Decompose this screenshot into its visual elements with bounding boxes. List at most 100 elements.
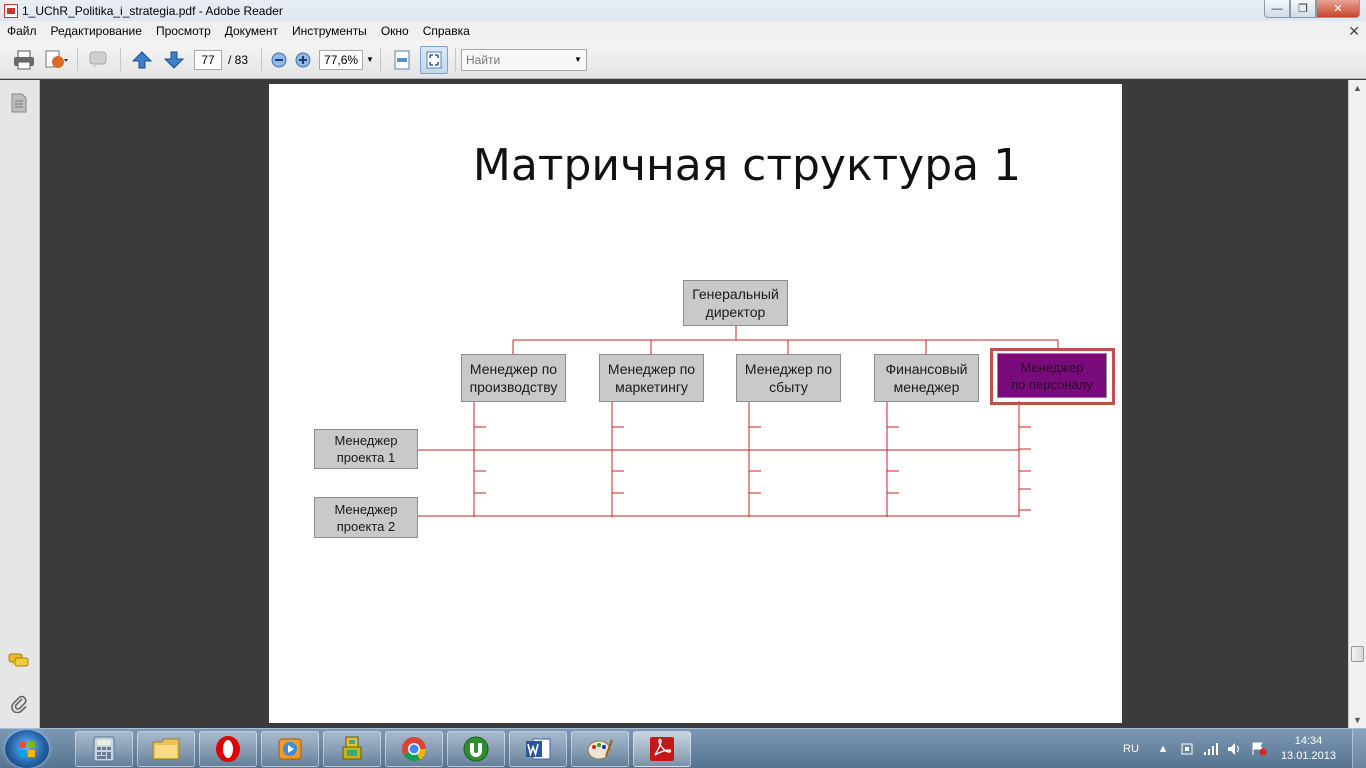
close-document-button[interactable]: ✕ [1348, 23, 1360, 40]
print-button[interactable] [10, 46, 38, 74]
toolbar-separator [120, 47, 121, 72]
signal-strength-icon[interactable] [1203, 741, 1219, 757]
previous-page-button[interactable] [128, 46, 156, 74]
pages-icon [11, 93, 27, 113]
manager-line-1: Менеджер по [469, 361, 558, 377]
taskbar: RU ▲ 14:34 13.01.2013 [0, 728, 1366, 768]
language-indicator[interactable]: RU [1123, 743, 1139, 755]
menu-view[interactable]: Просмотр [149, 24, 218, 38]
taskbar-word[interactable] [509, 731, 567, 767]
org-box-project-manager-2: Менеджер проекта 2 [314, 497, 418, 538]
taskbar-chrome[interactable] [385, 731, 443, 767]
navigation-panel [0, 80, 40, 728]
fit-page-button[interactable] [420, 45, 449, 74]
taskbar-opera[interactable] [199, 731, 257, 767]
title-bar: 1_UChR_Politika_i_strategia.pdf - Adobe … [0, 0, 1366, 21]
taskbar-calculator[interactable] [75, 731, 133, 767]
share-icon [45, 50, 68, 68]
menu-edit[interactable]: Редактирование [44, 24, 149, 38]
action-center-flag-icon[interactable] [1251, 741, 1267, 757]
toolbar-separator [380, 47, 382, 72]
adobe-reader-icon [650, 737, 674, 761]
org-box-sales-manager: Менеджер по сбыту [736, 354, 841, 402]
clock-date: 13.01.2013 [1280, 750, 1336, 762]
toolbar-separator [261, 47, 263, 72]
start-button[interactable] [5, 730, 49, 768]
taskbar-game[interactable] [323, 731, 381, 767]
zoom-out-button[interactable] [269, 46, 289, 74]
toolbar: 77 / 83 77,6% ▼ ▼ [0, 41, 1366, 79]
comments-panel-button[interactable] [8, 650, 30, 672]
show-hidden-icons-icon[interactable]: ▲ [1155, 741, 1171, 757]
zoom-level-input[interactable]: 77,6% [319, 49, 364, 70]
taskbar-paint[interactable] [571, 731, 629, 767]
toolbar-separator [455, 47, 457, 72]
game-icon [342, 736, 362, 760]
clock-time: 14:34 [1294, 735, 1323, 747]
window-controls: — ❐ ✕ [1264, 0, 1360, 18]
pdf-page: Матричная структура 1 Генеральный директ… [269, 84, 1122, 723]
next-page-button[interactable] [160, 46, 188, 74]
network-adapter-icon[interactable] [1179, 741, 1195, 757]
system-tray: RU ▲ 14:34 13.01.2013 [1123, 729, 1336, 768]
volume-icon[interactable] [1227, 741, 1243, 757]
toolbar-separator [77, 47, 78, 72]
manager-line-2: менеджер [893, 379, 960, 395]
search-input[interactable] [461, 48, 588, 71]
pdf-app-icon [4, 3, 18, 18]
file-explorer-icon [152, 738, 180, 760]
document-area: Матричная структура 1 Генеральный директ… [41, 80, 1348, 728]
taskbar-utorrent[interactable] [447, 731, 505, 767]
utorrent-icon [463, 736, 489, 762]
zoom-in-icon [295, 52, 311, 67]
printer-icon [14, 50, 34, 69]
director-line-2: директор [705, 304, 766, 320]
org-box-hr-manager: Менеджер по персоналу [997, 353, 1107, 398]
comments-icon [8, 653, 29, 667]
fit-width-icon [394, 50, 410, 69]
zoom-in-button[interactable] [293, 46, 313, 74]
menu-help[interactable]: Справка [416, 24, 477, 38]
paint-icon [587, 739, 613, 760]
menu-tools[interactable]: Инструменты [285, 24, 374, 38]
taskbar-explorer[interactable] [137, 731, 195, 767]
vertical-scrollbar[interactable]: ▲ ▼ [1348, 80, 1366, 728]
menu-window[interactable]: Окно [374, 24, 416, 38]
scroll-down-icon[interactable]: ▼ [1353, 715, 1362, 725]
fit-width-button[interactable] [388, 46, 416, 74]
project-line-1: Менеджер [334, 501, 398, 517]
page-number-input[interactable]: 77 [194, 49, 222, 70]
search-dropdown-button[interactable]: ▼ [573, 50, 583, 70]
org-box-marketing-manager: Менеджер по маркетингу [599, 354, 704, 402]
attachments-panel-button[interactable] [8, 692, 30, 714]
zoom-dropdown-button[interactable]: ▼ [365, 50, 375, 70]
scroll-up-icon[interactable]: ▲ [1353, 83, 1362, 93]
org-box-director: Генеральный директор [683, 280, 788, 326]
menu-document[interactable]: Документ [218, 24, 285, 38]
taskbar-media-player[interactable] [261, 731, 319, 767]
paperclip-icon [11, 695, 27, 713]
fit-page-icon [426, 51, 442, 68]
project-line-2: проекта 2 [336, 518, 396, 534]
org-box-project-manager-1: Менеджер проекта 1 [314, 429, 418, 469]
scrollbar-thumb[interactable] [1351, 646, 1364, 662]
clock[interactable]: 14:34 13.01.2013 [1281, 734, 1336, 764]
calculator-icon [93, 736, 115, 762]
minimize-button[interactable]: — [1264, 0, 1290, 18]
arrow-down-icon [164, 51, 184, 69]
pages-panel-button[interactable] [8, 92, 30, 114]
close-button[interactable]: ✕ [1316, 0, 1360, 18]
taskbar-adobe-reader[interactable] [633, 731, 691, 767]
manager-line-2: по персоналу [1011, 376, 1093, 392]
share-button[interactable] [42, 46, 70, 74]
manager-line-2: сбыту [769, 379, 808, 395]
project-line-1: Менеджер [334, 433, 398, 448]
manager-line-1: Менеджер по [607, 361, 696, 377]
comment-button[interactable] [85, 46, 113, 74]
show-desktop-button[interactable] [1352, 729, 1366, 768]
windows-logo-icon [19, 741, 35, 757]
menu-file[interactable]: Файл [0, 24, 44, 38]
org-box-production-manager: Менеджер по производству [461, 354, 566, 402]
comment-icon [89, 51, 107, 68]
maximize-button[interactable]: ❐ [1290, 0, 1316, 18]
